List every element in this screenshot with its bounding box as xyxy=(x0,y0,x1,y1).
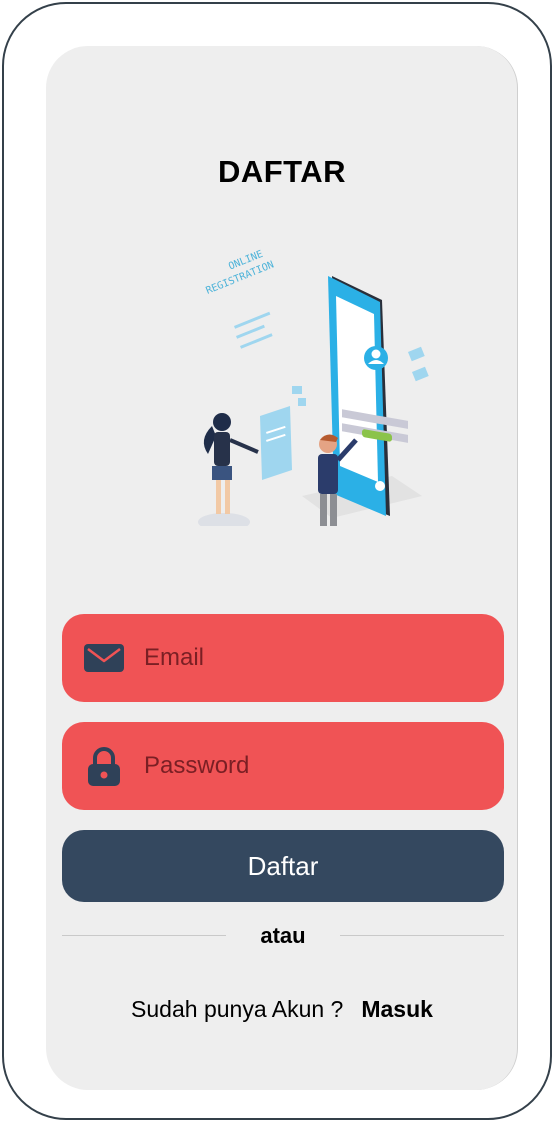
phone-frame: DAFTAR ONLINE REGISTRATION Email Passwor… xyxy=(2,2,552,1120)
app-screen: DAFTAR ONLINE REGISTRATION Email Passwor… xyxy=(46,46,518,1090)
envelope-icon xyxy=(84,644,124,672)
login-prompt-text: Sudah punya Akun ? xyxy=(131,996,344,1022)
lock-icon xyxy=(88,747,120,786)
register-button[interactable]: Daftar xyxy=(62,830,504,902)
online-registration-illustration: ONLINE REGISTRATION xyxy=(198,249,429,526)
email-placeholder: Email xyxy=(144,644,205,671)
divider-left xyxy=(62,935,226,936)
divider-text: atau xyxy=(260,923,306,948)
login-link[interactable]: Masuk xyxy=(361,996,433,1022)
page-title: DAFTAR xyxy=(217,154,347,189)
password-placeholder: Password xyxy=(144,752,250,779)
login-prompt-row: Sudah punya Akun ? Masuk xyxy=(46,996,518,1023)
divider-right xyxy=(340,935,504,936)
password-field[interactable]: Password xyxy=(62,722,504,810)
email-field[interactable]: Email xyxy=(62,614,504,702)
